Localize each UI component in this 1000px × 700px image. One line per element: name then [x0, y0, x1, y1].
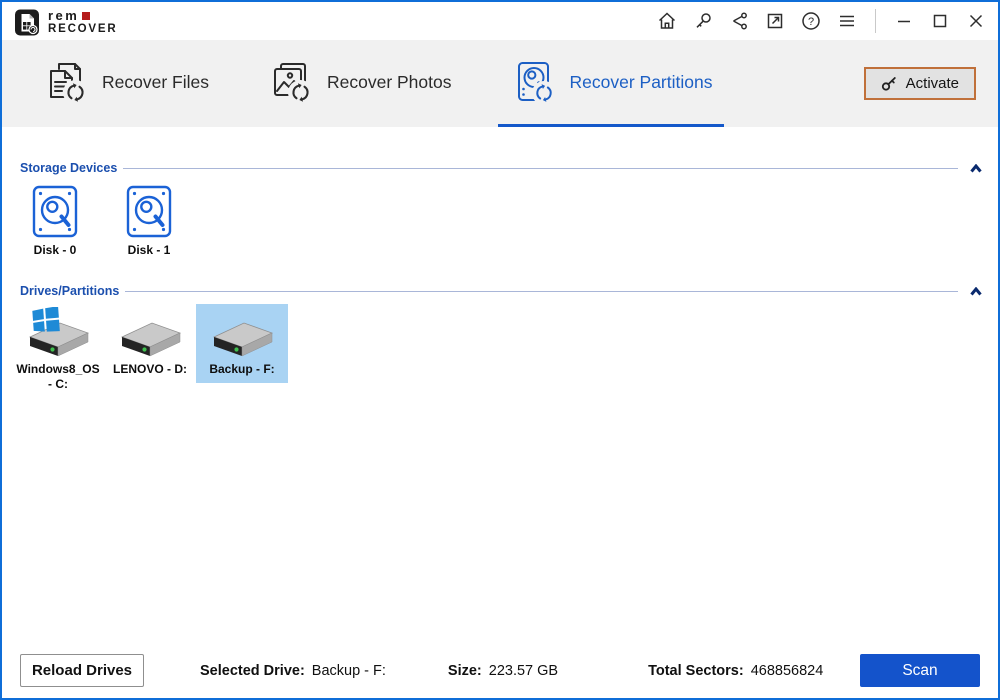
windows-logo-icon: [32, 307, 60, 332]
help-icon[interactable]: ?: [797, 7, 825, 35]
main-content: Storage Devices Disk - 0 Disk - 1 Drives…: [2, 127, 998, 643]
drive-label: Windows8_OS - C:: [16, 362, 100, 391]
home-icon[interactable]: [653, 7, 681, 35]
tab-recover-partitions[interactable]: Recover Partitions: [497, 40, 725, 127]
section-header: Drives/Partitions: [20, 284, 984, 298]
titlebar-actions: ?: [653, 7, 990, 35]
app-logo: rem RECOVER: [14, 8, 117, 37]
storage-device-disk-1[interactable]: Disk - 1: [120, 185, 178, 258]
maximize-button[interactable]: [926, 7, 954, 35]
titlebar-divider: [875, 9, 876, 33]
activate-label: Activate: [905, 75, 959, 92]
license-key-icon[interactable]: [689, 7, 717, 35]
scan-button[interactable]: Scan: [860, 654, 980, 687]
logo-word-recover: RECOVER: [48, 23, 118, 36]
drive-backup-f[interactable]: Backup - F:: [196, 304, 288, 383]
chevron-up-icon: [970, 163, 982, 172]
logo-word-remo: rem: [48, 8, 80, 24]
selected-drive-label: Selected Drive:: [200, 662, 305, 679]
document-refresh-icon: [50, 63, 88, 105]
total-sectors-label: Total Sectors:: [648, 662, 744, 679]
logo-red-square: [82, 11, 91, 20]
section-drives-partitions: Drives/Partitions Windows8_OS - C: LENOV…: [2, 284, 998, 398]
tab-recover-files[interactable]: Recover Files: [30, 40, 221, 127]
windows-drive-icon: [22, 307, 94, 359]
menu-icon[interactable]: [833, 7, 861, 35]
storage-devices-list: Disk - 0 Disk - 1: [2, 175, 998, 258]
app-window: rem RECOVER ? Recover Files Recover Phot…: [0, 0, 1000, 700]
drive-label: LENOVO - D:: [113, 362, 187, 376]
disk-search-icon: [126, 185, 172, 238]
close-button[interactable]: [962, 7, 990, 35]
share-icon[interactable]: [725, 7, 753, 35]
key-icon: [881, 77, 896, 91]
disk-search-icon: [32, 185, 78, 238]
open-external-icon[interactable]: [761, 7, 789, 35]
section-title-drives-partitions: Drives/Partitions: [20, 284, 120, 298]
drive-label: Backup - F:: [209, 362, 275, 376]
logo-badge-icon: [15, 9, 39, 36]
selected-drive-field: Selected Drive: Backup - F:: [200, 663, 386, 679]
photo-refresh-icon: [273, 63, 313, 105]
collapse-drives-partitions-button[interactable]: [968, 284, 984, 298]
drives-list: Windows8_OS - C: LENOVO - D: Backup - F:: [2, 298, 998, 398]
size-value: 223.57 GB: [488, 662, 559, 679]
titlebar: rem RECOVER ?: [2, 2, 998, 40]
footer-bar: Reload Drives Selected Drive: Backup - F…: [2, 643, 998, 698]
logo-text: rem RECOVER: [48, 9, 117, 36]
collapse-storage-devices-button[interactable]: [968, 161, 984, 175]
tab-bar: Recover Files Recover Photos Recover Par…: [2, 40, 998, 127]
size-label: Size:: [447, 662, 482, 679]
tab-label: Recover Files: [102, 71, 209, 92]
tab-label: Recover Photos: [326, 71, 452, 92]
total-sectors-field: Total Sectors: 468856824: [648, 663, 823, 679]
hard-drive-icon: [120, 322, 182, 357]
reload-drives-button[interactable]: Reload Drives: [20, 654, 144, 687]
device-label: Disk - 1: [127, 243, 171, 257]
drive-icon-wrap: [114, 311, 186, 359]
size-field: Size: 223.57 GB: [448, 663, 558, 679]
chevron-up-icon: [970, 286, 982, 295]
section-header: Storage Devices: [20, 161, 984, 175]
storage-device-disk-0[interactable]: Disk - 0: [26, 185, 84, 258]
total-sectors-value: 468856824: [750, 662, 824, 679]
drive-icon-wrap: [206, 311, 278, 359]
section-divider-line: [123, 167, 958, 169]
drive-windows8-os-c[interactable]: Windows8_OS - C:: [12, 304, 104, 398]
minimize-button[interactable]: [890, 7, 918, 35]
section-divider-line: [125, 290, 958, 292]
device-label: Disk - 0: [33, 243, 77, 257]
tab-recover-photos[interactable]: Recover Photos: [255, 40, 464, 127]
activate-button[interactable]: Activate: [863, 67, 976, 100]
drive-lenovo-d[interactable]: LENOVO - D:: [104, 304, 196, 383]
tab-label: Recover Partitions: [569, 71, 713, 92]
hard-drive-icon: [212, 322, 274, 357]
disk-refresh-icon: [517, 62, 556, 105]
section-storage-devices: Storage Devices Disk - 0 Disk - 1: [2, 161, 998, 258]
svg-text:?: ?: [808, 16, 814, 28]
selected-drive-value: Backup - F:: [311, 662, 386, 679]
section-title-storage-devices: Storage Devices: [20, 161, 118, 175]
